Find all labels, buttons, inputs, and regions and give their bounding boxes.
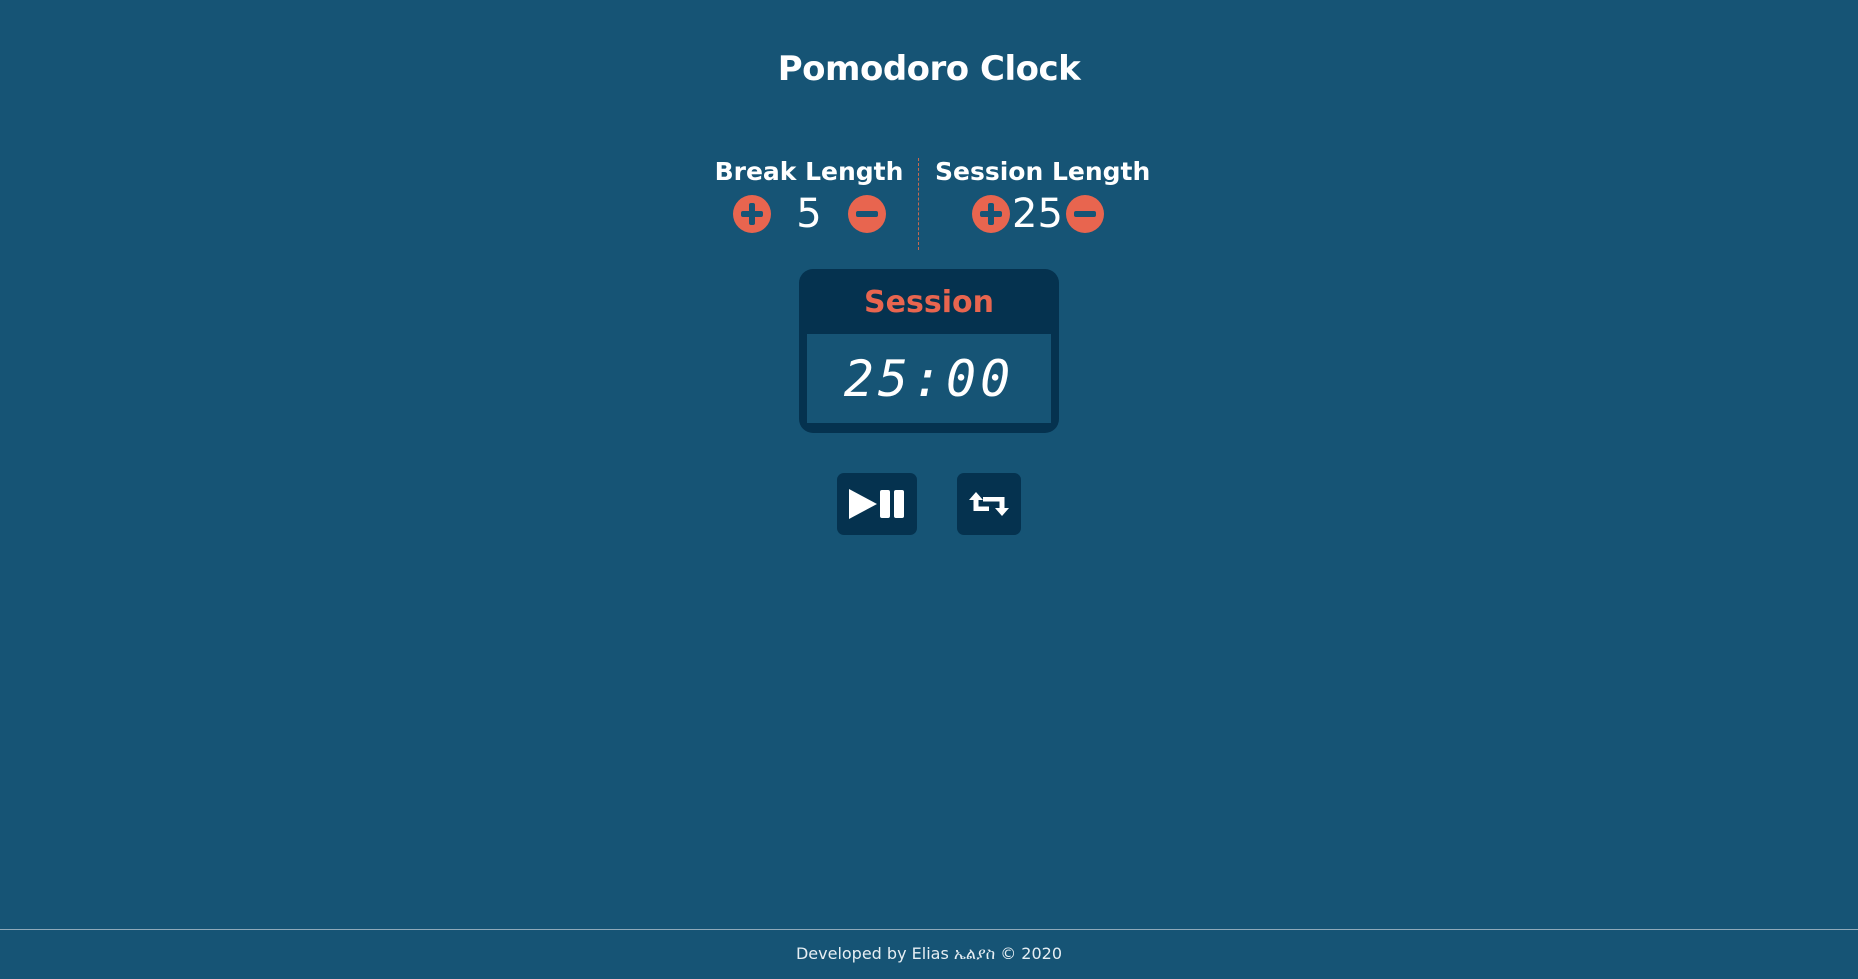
play-pause-button[interactable] — [837, 473, 917, 535]
break-length-control: Break Length 5 — [709, 154, 909, 236]
break-length-label: Break Length — [714, 157, 904, 186]
reset-button[interactable] — [957, 473, 1021, 535]
footer-divider — [0, 929, 1858, 930]
timer-label: Session — [864, 285, 994, 320]
break-increment-button[interactable] — [732, 195, 771, 233]
session-length-value: 25 — [1012, 191, 1063, 237]
timer-display: 25:00 — [807, 334, 1051, 423]
session-decrement-button[interactable] — [1065, 195, 1104, 233]
page-title: Pomodoro Clock — [777, 49, 1081, 89]
session-length-label: Session Length — [935, 157, 1151, 186]
footer-credit: Developed by Elias ኤልያስ © 2020 — [795, 944, 1063, 963]
play-pause-icon — [849, 489, 904, 519]
session-increment-button[interactable] — [971, 195, 1010, 233]
session-length-control: Session Length 25 — [935, 154, 1151, 236]
session-length-row: 25 — [935, 192, 1140, 236]
break-length-row: 5 — [709, 192, 909, 236]
break-decrement-button[interactable] — [847, 195, 886, 233]
length-divider — [918, 158, 919, 250]
timer-card: Session 25:00 — [799, 269, 1059, 433]
break-length-value: 5 — [796, 191, 822, 237]
retweet-reset-icon — [969, 492, 1009, 516]
